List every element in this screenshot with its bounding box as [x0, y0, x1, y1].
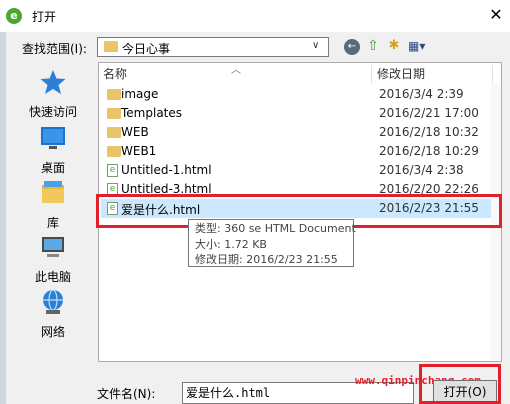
folder-icon — [107, 146, 121, 157]
column-divider[interactable] — [371, 65, 372, 83]
file-info-tooltip: 类型: 360 se HTML Document 大小: 1.72 KB 修改日… — [188, 219, 356, 267]
nav-label: 此电脑 — [34, 270, 71, 284]
look-in-dropdown[interactable]: 今日心事 ∨ — [97, 37, 329, 57]
close-icon[interactable]: ✕ — [486, 6, 506, 24]
folder-icon — [107, 108, 121, 119]
nav-label: 桌面 — [40, 161, 65, 175]
chevron-down-icon[interactable]: ∨ — [312, 40, 319, 51]
highlight-box — [419, 364, 501, 404]
file-date: 2016/2/18 10:29 — [379, 144, 479, 158]
tooltip-type: 类型: 360 se HTML Document — [195, 222, 356, 235]
new-folder-icon[interactable]: ✱ — [386, 38, 402, 54]
file-name: Templates — [121, 106, 183, 120]
file-name: WEB — [121, 125, 149, 139]
nav-quick-access[interactable]: 快速访问 — [14, 68, 92, 120]
file-name: Untitled-1.html — [121, 163, 212, 177]
column-header-name[interactable]: 名称 — [103, 63, 127, 85]
nav-label: 快速访问 — [28, 105, 77, 119]
title-bar — [0, 0, 510, 32]
file-name: image — [121, 87, 159, 101]
file-name: WEB1 — [121, 144, 157, 158]
column-header-date[interactable]: 修改日期 — [377, 63, 425, 85]
sort-ascending-icon: ︿ — [231, 65, 241, 76]
column-divider[interactable] — [492, 65, 493, 83]
folder-icon — [107, 127, 121, 138]
nav-desktop[interactable]: 桌面 — [14, 124, 92, 176]
places-bar: 快速访问 桌面 库 此电脑 网络 — [14, 62, 92, 340]
file-name-label: 文件名(N): — [97, 387, 156, 401]
list-item[interactable]: e Untitled-1.html 2016/3/4 2:38 — [101, 161, 499, 180]
file-date: 2016/3/4 2:39 — [379, 87, 464, 101]
list-item[interactable]: WEB1 2016/2/18 10:29 — [101, 142, 499, 161]
html-file-icon: e — [107, 164, 118, 177]
list-item[interactable]: WEB 2016/2/18 10:32 — [101, 123, 499, 142]
nav-label: 库 — [46, 216, 59, 230]
nav-network[interactable]: 网络 — [14, 288, 92, 340]
nav-library[interactable]: 库 — [14, 179, 92, 231]
tooltip-size: 大小: 1.72 KB — [195, 238, 267, 251]
back-icon[interactable]: ← — [344, 39, 360, 55]
background-window-edge — [0, 32, 6, 404]
file-date: 2016/2/21 17:00 — [379, 106, 479, 120]
network-icon — [43, 289, 63, 314]
file-date: 2016/3/4 2:38 — [379, 163, 464, 177]
list-item[interactable]: Templates 2016/2/21 17:00 — [101, 104, 499, 123]
look-in-value: 今日心事 — [122, 42, 171, 56]
list-item[interactable]: image 2016/3/4 2:39 — [101, 85, 499, 104]
folder-icon — [104, 41, 118, 52]
app-icon: e — [6, 8, 22, 24]
file-date: 2016/2/18 10:32 — [379, 125, 479, 139]
window-title: 打开 — [32, 10, 57, 24]
nav-label: 网络 — [40, 325, 65, 339]
nav-this-pc[interactable]: 此电脑 — [14, 233, 92, 285]
view-menu-icon[interactable]: ▦▾ — [408, 38, 432, 54]
desktop-icon — [41, 127, 65, 149]
star-icon — [40, 70, 66, 94]
library-icon — [42, 181, 64, 203]
up-folder-icon[interactable]: ⇧ — [365, 38, 381, 54]
folder-icon — [107, 89, 121, 100]
computer-icon — [42, 237, 64, 257]
look-in-label: 查找范围(I): — [22, 42, 87, 56]
tooltip-date: 修改日期: 2016/2/23 21:55 — [195, 253, 338, 266]
